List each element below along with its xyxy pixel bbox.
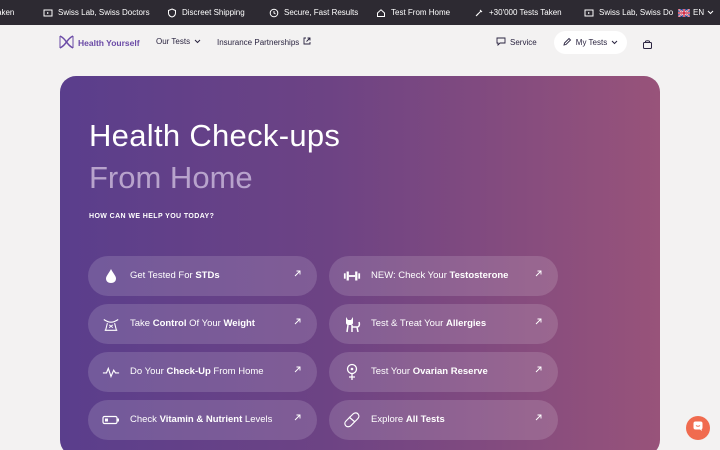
ticker-text: +30'000 Tests Taken [489,8,562,17]
service-label: Service [510,38,537,47]
arrow-up-right-icon [293,413,302,422]
box-icon [584,8,594,18]
ticker-item: Swiss Lab, Swiss Doctors [43,0,150,25]
service-link[interactable]: Service [496,37,537,48]
arrow-up-right-icon [534,413,543,422]
ticker-text: Swiss Lab, Swiss Doctors [58,8,150,17]
option-label: Check Vitamin & Nutrient Levels [130,414,273,425]
pill-icon [343,411,361,429]
ticker-text: Discreet Shipping [182,8,245,17]
ticker-text: Secure, Fast Results [284,8,359,17]
ticker-item: aken [0,0,14,25]
chevron-down-icon [611,38,618,47]
option-label: Get Tested For STDs [130,270,220,281]
cat-icon [343,315,361,333]
chat-icon [496,37,506,48]
nav-our-tests-label: Our Tests [156,37,191,46]
chat-launcher-button[interactable] [686,416,710,440]
messenger-icon [692,419,704,437]
option-check-up[interactable]: Do Your Check-Up From Home [88,352,317,392]
hero-subtitle: From Home [89,160,253,195]
arrow-up-right-icon [293,269,302,278]
ticker-item: Discreet Shipping [167,0,245,25]
my-tests-label: My Tests [575,38,608,47]
hero-section: Health Check-ups From Home HOW CAN WE HE… [60,76,660,450]
arrow-up-right-icon [293,365,302,374]
logo-text: Health Yourself [78,38,140,48]
ticker-item: Secure, Fast Results [269,0,358,25]
logo[interactable]: Health Yourself [59,35,140,51]
drop-icon [102,267,120,285]
language-selector[interactable]: EN [676,0,720,25]
ticker-item: Swiss Lab, Swiss Do [584,0,673,25]
female-icon [343,363,361,381]
arrow-up-right-icon [534,317,543,326]
battery-icon [102,411,120,429]
pencil-icon [563,37,572,48]
option-weight[interactable]: Take Control Of Your Weight [88,304,317,344]
chevron-down-icon [707,8,714,17]
language-label: EN [693,8,705,17]
clock-icon [269,8,279,18]
ticker-item: Test From Home [376,0,450,25]
syringe-icon [474,8,484,18]
ticker-text: aken [0,8,15,17]
uk-flag-icon [677,7,691,18]
option-testosterone[interactable]: NEW: Check Your Testosterone [329,256,558,296]
arrow-up-right-icon [534,269,543,278]
bag-icon[interactable] [642,37,653,49]
shield-icon [167,7,177,18]
option-label: Take Control Of Your Weight [130,318,255,329]
announcement-ticker: aken Swiss Lab, Swiss Doctors Discreet S… [0,0,720,25]
option-label: NEW: Check Your Testosterone [371,270,509,281]
option-allergies[interactable]: Test & Treat Your Allergies [329,304,558,344]
hero-question: HOW CAN WE HELP YOU TODAY? [89,213,215,220]
box-icon [43,8,53,18]
ticker-text: Test From Home [391,8,451,17]
option-label: Explore All Tests [371,414,445,425]
nav-insurance-label: Insurance Partnerships [217,37,300,47]
hero-title: Health Check-ups [89,118,341,153]
logo-mark-icon [59,35,74,51]
home-icon [376,8,386,18]
option-vitamin-nutrient[interactable]: Check Vitamin & Nutrient Levels [88,400,317,440]
heartbeat-icon [102,363,120,381]
ticker-item: +30'000 Tests Taken [474,0,562,25]
scale-icon [102,315,120,333]
option-all-tests[interactable]: Explore All Tests [329,400,558,440]
arrow-up-right-icon [534,365,543,374]
nav-our-tests[interactable]: Our Tests [156,37,201,46]
option-label: Do Your Check-Up From Home [130,366,264,377]
arrow-up-right-icon [293,317,302,326]
option-ovarian-reserve[interactable]: Test Your Ovarian Reserve [329,352,558,392]
chevron-down-icon [194,37,201,46]
option-stds[interactable]: Get Tested For STDs [88,256,317,296]
option-label: Test Your Ovarian Reserve [371,366,488,377]
ticker-text: Swiss Lab, Swiss Do [599,8,674,17]
option-label: Test & Treat Your Allergies [371,318,487,329]
my-tests-button[interactable]: My Tests [554,31,627,54]
dumbbell-icon [343,267,361,285]
nav-insurance-partnerships[interactable]: Insurance Partnerships [217,37,311,47]
external-link-icon [303,37,311,47]
